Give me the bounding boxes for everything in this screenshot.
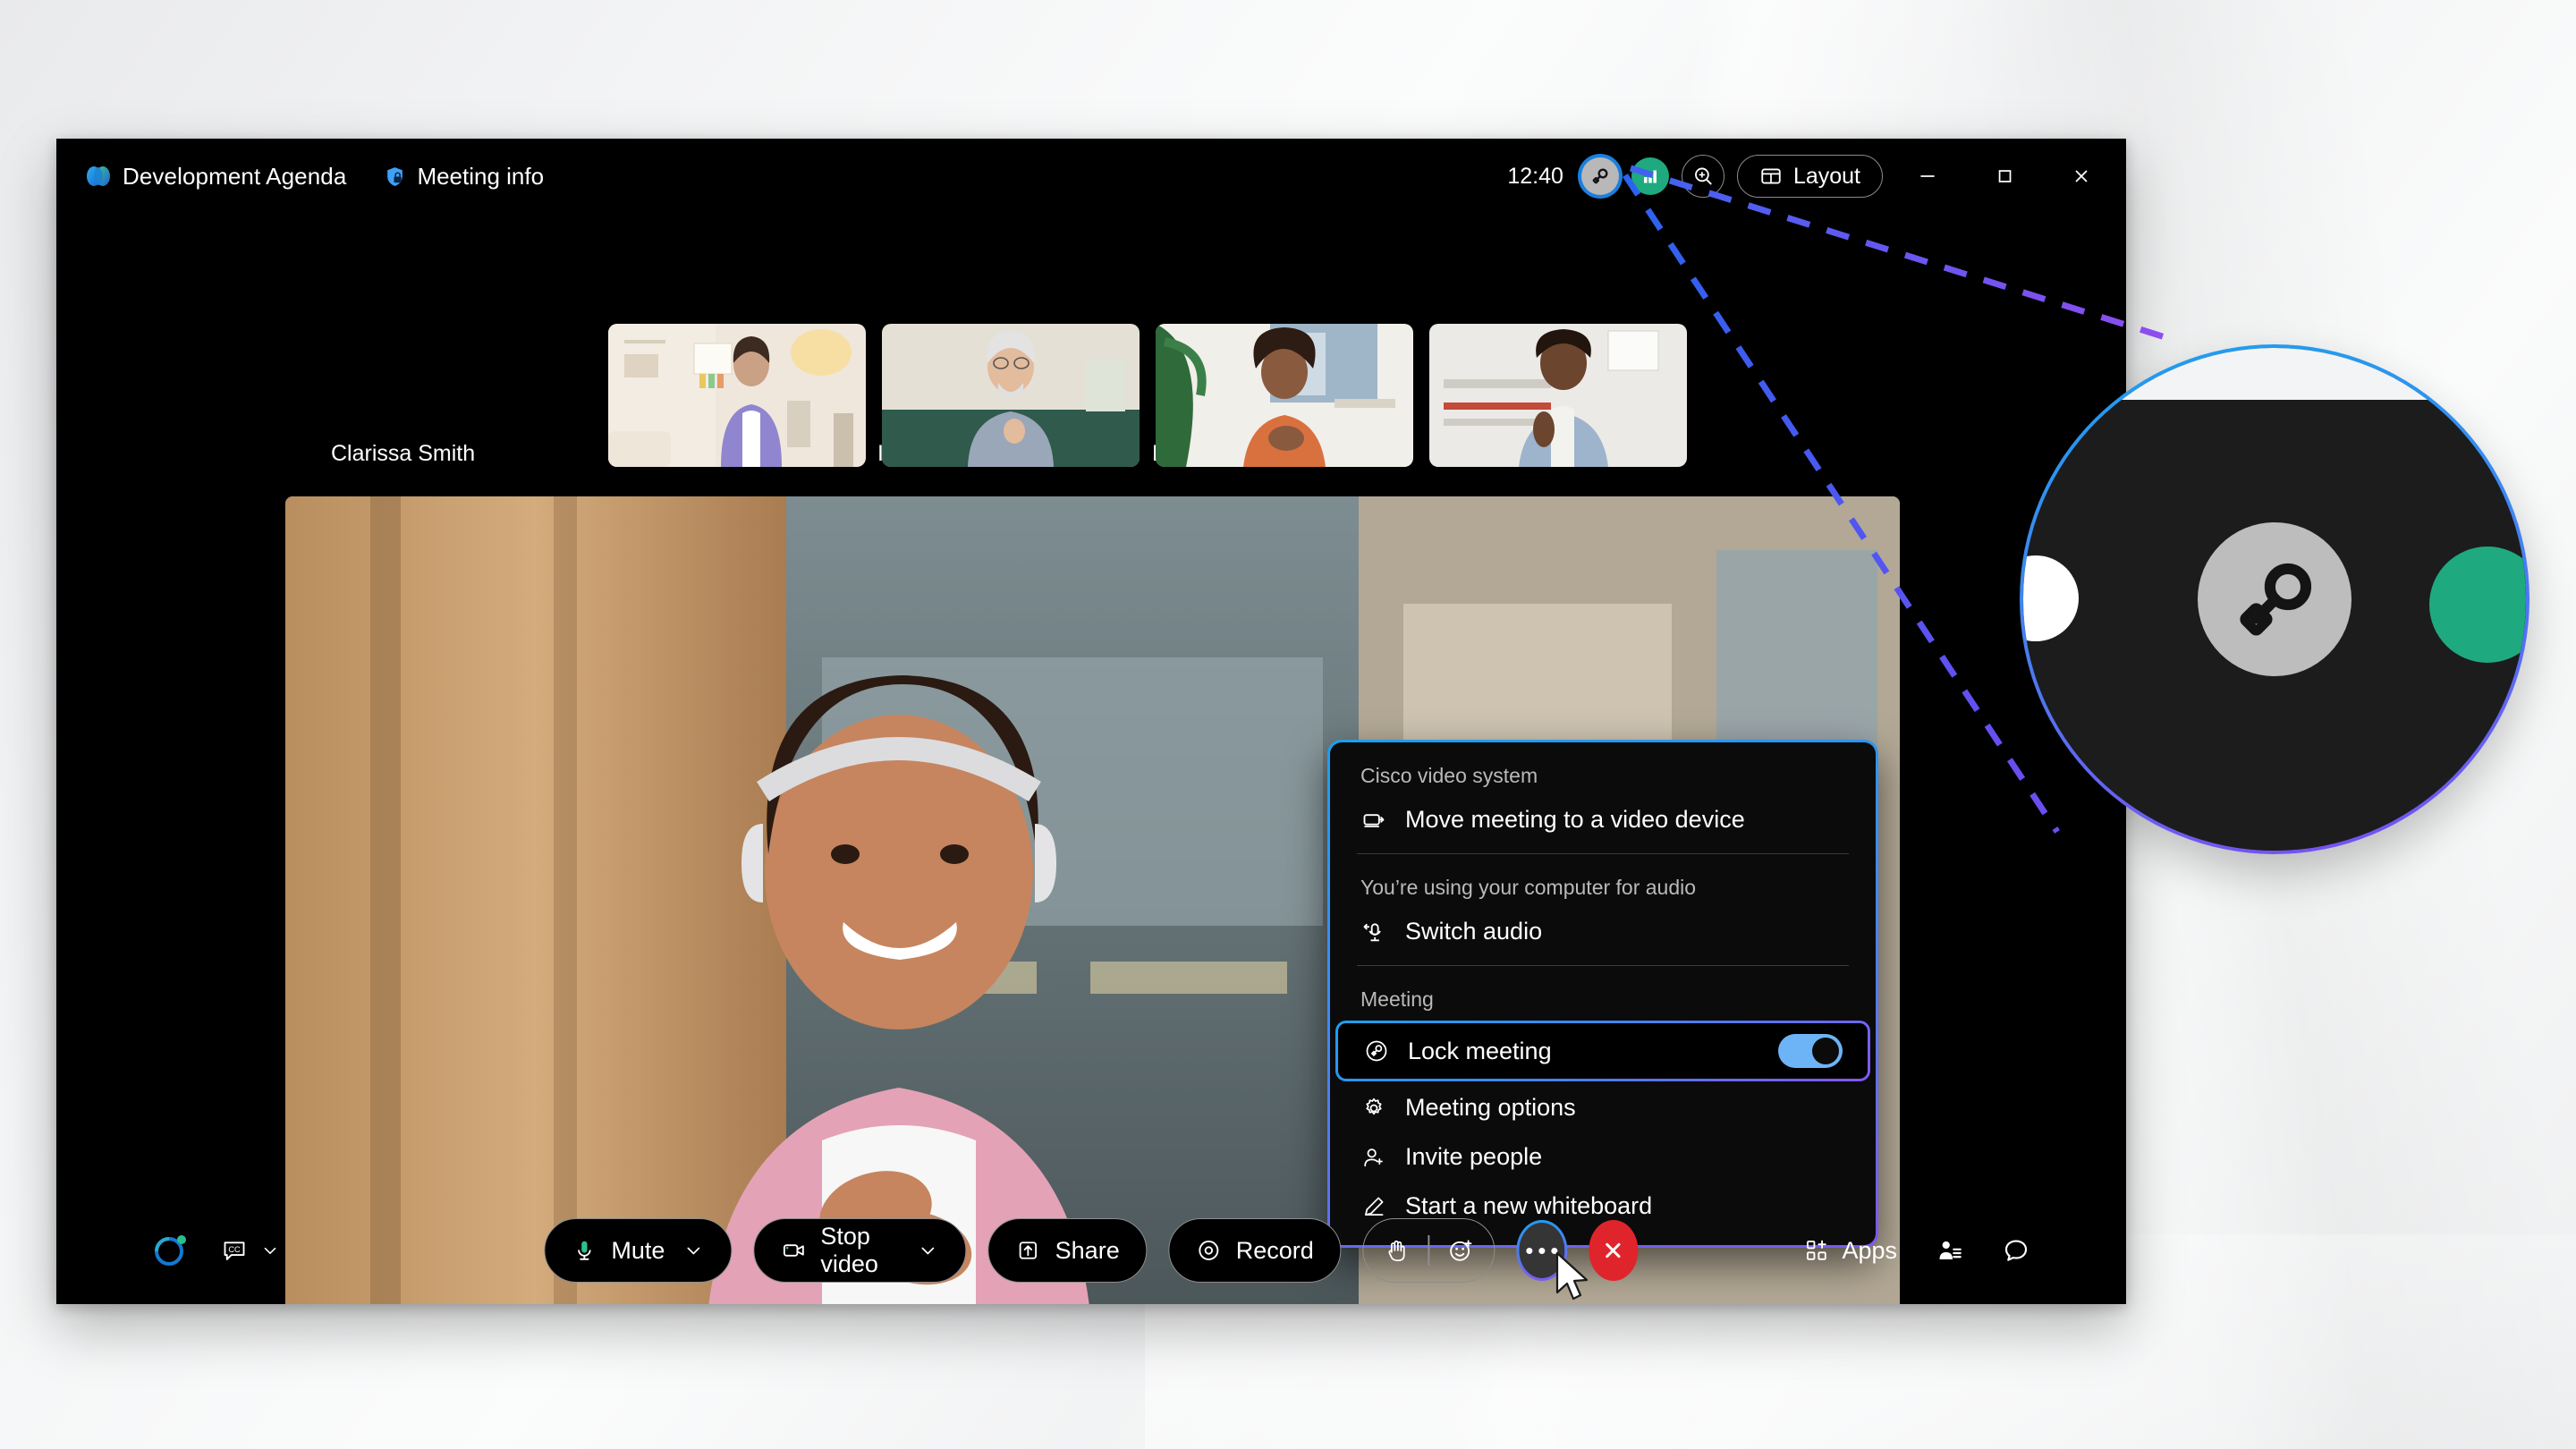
video-device-icon bbox=[1360, 807, 1387, 834]
raise-hand-button[interactable] bbox=[1384, 1237, 1411, 1264]
stop-video-button-label: Stop video bbox=[820, 1223, 878, 1277]
participant-thumbnail[interactable] bbox=[882, 324, 1140, 467]
mute-button[interactable]: Mute bbox=[544, 1218, 733, 1283]
key-lock-icon[interactable] bbox=[1580, 157, 1619, 195]
menu-divider bbox=[1357, 853, 1849, 854]
menu-section-label-audio: You’re using your computer for audio bbox=[1360, 876, 1697, 899]
menu-divider bbox=[1357, 965, 1849, 966]
chevron-down-icon[interactable] bbox=[682, 1240, 704, 1261]
toolbar-divider bbox=[1428, 1235, 1430, 1266]
stop-video-button[interactable]: Stop video bbox=[753, 1218, 967, 1283]
zoom-button[interactable] bbox=[1681, 155, 1724, 198]
magnifier-plus-icon bbox=[1691, 165, 1715, 188]
more-options-icon bbox=[1526, 1247, 1558, 1254]
record-button[interactable]: Record bbox=[1168, 1218, 1342, 1283]
add-person-icon bbox=[1360, 1144, 1387, 1171]
menu-item-label: Lock meeting bbox=[1408, 1037, 1552, 1064]
apps-button-label: Apps bbox=[1842, 1236, 1897, 1264]
layout-button[interactable]: Layout bbox=[1736, 155, 1883, 198]
toggle-knob bbox=[1812, 1038, 1839, 1064]
toolbar-center-group: Mute Stop video Share Record bbox=[544, 1218, 1639, 1283]
menu-item-label: Invite people bbox=[1405, 1143, 1543, 1170]
closed-captions-button[interactable]: CC bbox=[221, 1237, 280, 1264]
meeting-clock: 12:40 bbox=[1507, 163, 1563, 189]
menu-item-meeting-options[interactable]: Meeting options bbox=[1330, 1083, 1876, 1132]
title-bar-right: 12:40 Layout bbox=[1507, 139, 2114, 214]
participants-icon bbox=[1936, 1237, 1963, 1264]
share-up-icon bbox=[1016, 1238, 1041, 1263]
participants-button[interactable] bbox=[1936, 1237, 1963, 1264]
reactions-button[interactable] bbox=[1447, 1237, 1474, 1264]
toolbar-left-group: CC bbox=[153, 1233, 280, 1268]
mouse-cursor bbox=[1555, 1251, 1589, 1301]
close-button[interactable] bbox=[2049, 139, 2114, 214]
apps-button[interactable]: Apps bbox=[1804, 1237, 1897, 1265]
camera-icon bbox=[781, 1238, 806, 1263]
record-circle-icon bbox=[1197, 1238, 1222, 1263]
svg-text:CC: CC bbox=[228, 1245, 241, 1254]
menu-item-label: Meeting options bbox=[1405, 1094, 1576, 1121]
meeting-title-item[interactable]: Development Agenda bbox=[74, 156, 357, 198]
magnified-window-edge bbox=[2023, 348, 2526, 400]
minimize-button[interactable] bbox=[1895, 139, 1960, 214]
webex-logo bbox=[85, 165, 112, 188]
menu-section-label-video-system: Cisco video system bbox=[1360, 764, 1538, 787]
menu-item-invite-people[interactable]: Invite people bbox=[1330, 1132, 1876, 1182]
lock-meeting-toggle[interactable] bbox=[1778, 1034, 1843, 1068]
mute-button-label: Mute bbox=[611, 1236, 665, 1264]
maximize-button[interactable] bbox=[1972, 139, 2037, 214]
reactions-group bbox=[1362, 1218, 1496, 1283]
share-button[interactable]: Share bbox=[987, 1218, 1148, 1283]
participant-thumbnail[interactable] bbox=[608, 324, 866, 467]
page-title: Development Agenda bbox=[123, 162, 347, 190]
menu-item-label: Switch audio bbox=[1405, 918, 1543, 945]
microphone-icon bbox=[572, 1238, 597, 1263]
close-icon bbox=[2070, 165, 2093, 188]
chevron-down-icon bbox=[260, 1241, 280, 1260]
gear-icon bbox=[1360, 1095, 1387, 1122]
title-bar: Development Agenda Meeting info 12:40 La… bbox=[56, 139, 2126, 214]
layout-grid-icon bbox=[1759, 165, 1783, 188]
meeting-controls-toolbar: CC Mute Stop video Share Record Apps bbox=[56, 1197, 2126, 1304]
menu-section-label-meeting: Meeting bbox=[1360, 987, 1434, 1011]
leave-meeting-icon bbox=[1599, 1236, 1628, 1265]
webex-meeting-window: Development Agenda Meeting info 12:40 La… bbox=[56, 139, 2126, 1304]
meeting-info-label: Meeting info bbox=[417, 162, 545, 190]
participant-filmstrip bbox=[608, 324, 1687, 467]
menu-item-move-meeting[interactable]: Move meeting to a video device bbox=[1330, 795, 1876, 844]
signal-bars-icon[interactable] bbox=[1631, 157, 1669, 195]
self-view-name: Clarissa Smith bbox=[331, 441, 476, 466]
layout-button-label: Layout bbox=[1792, 163, 1860, 189]
title-bar-left: Development Agenda Meeting info bbox=[74, 139, 555, 214]
participant-thumbnail[interactable] bbox=[1429, 324, 1687, 467]
switch-audio-icon bbox=[1360, 919, 1387, 945]
magnified-callout bbox=[2020, 344, 2529, 854]
minimize-icon bbox=[1916, 165, 1939, 188]
chat-button[interactable] bbox=[2003, 1237, 2029, 1264]
magnified-callout-content bbox=[2023, 348, 2526, 851]
apps-grid-icon bbox=[1804, 1238, 1829, 1263]
key-lock-icon bbox=[1363, 1038, 1390, 1064]
more-options-menu: Cisco video system Move meeting to a vid… bbox=[1327, 740, 1878, 1248]
maximize-icon bbox=[1993, 165, 2016, 188]
menu-item-switch-audio[interactable]: Switch audio bbox=[1330, 907, 1876, 956]
chat-bubble-icon bbox=[2003, 1237, 2029, 1264]
magnified-key-lock-icon bbox=[2198, 522, 2351, 676]
share-button-label: Share bbox=[1055, 1236, 1120, 1264]
participant-thumbnail[interactable] bbox=[1156, 324, 1413, 467]
record-button-label: Record bbox=[1235, 1236, 1314, 1264]
menu-item-lock-meeting[interactable]: Lock meeting bbox=[1335, 1021, 1870, 1081]
meeting-info-button[interactable]: Meeting info bbox=[373, 156, 555, 198]
toolbar-right-group: Apps bbox=[1804, 1237, 2029, 1265]
chevron-down-icon[interactable] bbox=[918, 1240, 939, 1261]
menu-item-label: Move meeting to a video device bbox=[1405, 806, 1745, 833]
webex-status-logo[interactable] bbox=[153, 1233, 189, 1268]
closed-captions-icon: CC bbox=[221, 1237, 248, 1264]
leave-meeting-button[interactable] bbox=[1589, 1220, 1639, 1281]
shield-lock-icon bbox=[384, 165, 406, 188]
